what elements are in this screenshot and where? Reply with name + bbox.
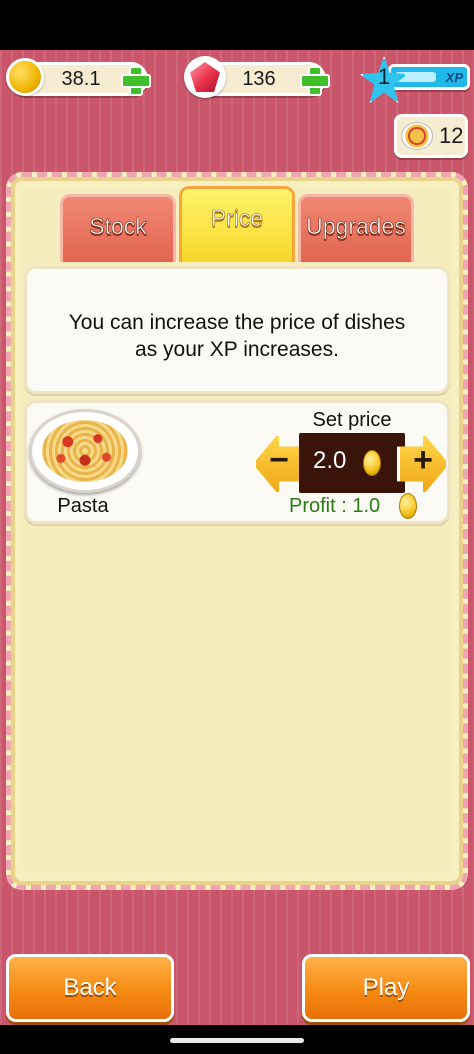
price-value: 2.0 (313, 447, 347, 474)
home-gesture-handle[interactable] (170, 1038, 304, 1043)
info-line-1: You can increase the price of dishes (68, 311, 406, 334)
dish-count: 12 (439, 123, 464, 148)
info-line-2: as your XP increases. (135, 338, 339, 361)
tab-price[interactable]: Price (179, 186, 295, 262)
info-message: You can increase the price of dishes as … (27, 309, 447, 363)
add-coins-button[interactable] (120, 65, 151, 96)
tab-stock[interactable]: Stock (60, 194, 176, 262)
pasta-food-icon (42, 420, 128, 482)
dish-row-pasta: Pasta Set price − 2.0 + Profit : 1.0 (24, 400, 450, 524)
price-display: 2.0 (299, 433, 405, 493)
profit-text: Profit : 1.0 (289, 495, 381, 517)
system-navigation-bar (0, 1025, 474, 1054)
dish-name: Pasta (57, 495, 109, 517)
plus-icon: + (413, 441, 433, 479)
tab-upgrades[interactable]: Upgrades (298, 194, 414, 262)
coin-amount: 38.1 (61, 68, 101, 90)
back-button[interactable]: Back (6, 954, 174, 1022)
xp-label: XP (445, 70, 463, 85)
xp-level: 1 (377, 64, 391, 89)
set-price-label: Set price (312, 409, 392, 431)
pasta-dish-image (29, 409, 141, 493)
coin-icon (363, 450, 381, 476)
coin-icon (6, 58, 44, 96)
add-gems-button[interactable] (299, 65, 330, 96)
info-message-box: You can increase the price of dishes as … (24, 266, 450, 394)
minus-icon: − (269, 441, 289, 479)
dish-counter[interactable]: 12 (394, 114, 468, 158)
profit-coin-icon (399, 493, 417, 519)
play-button[interactable]: Play (302, 954, 470, 1022)
pasta-plate-icon (401, 122, 433, 150)
gem-amount: 136 (242, 68, 276, 90)
